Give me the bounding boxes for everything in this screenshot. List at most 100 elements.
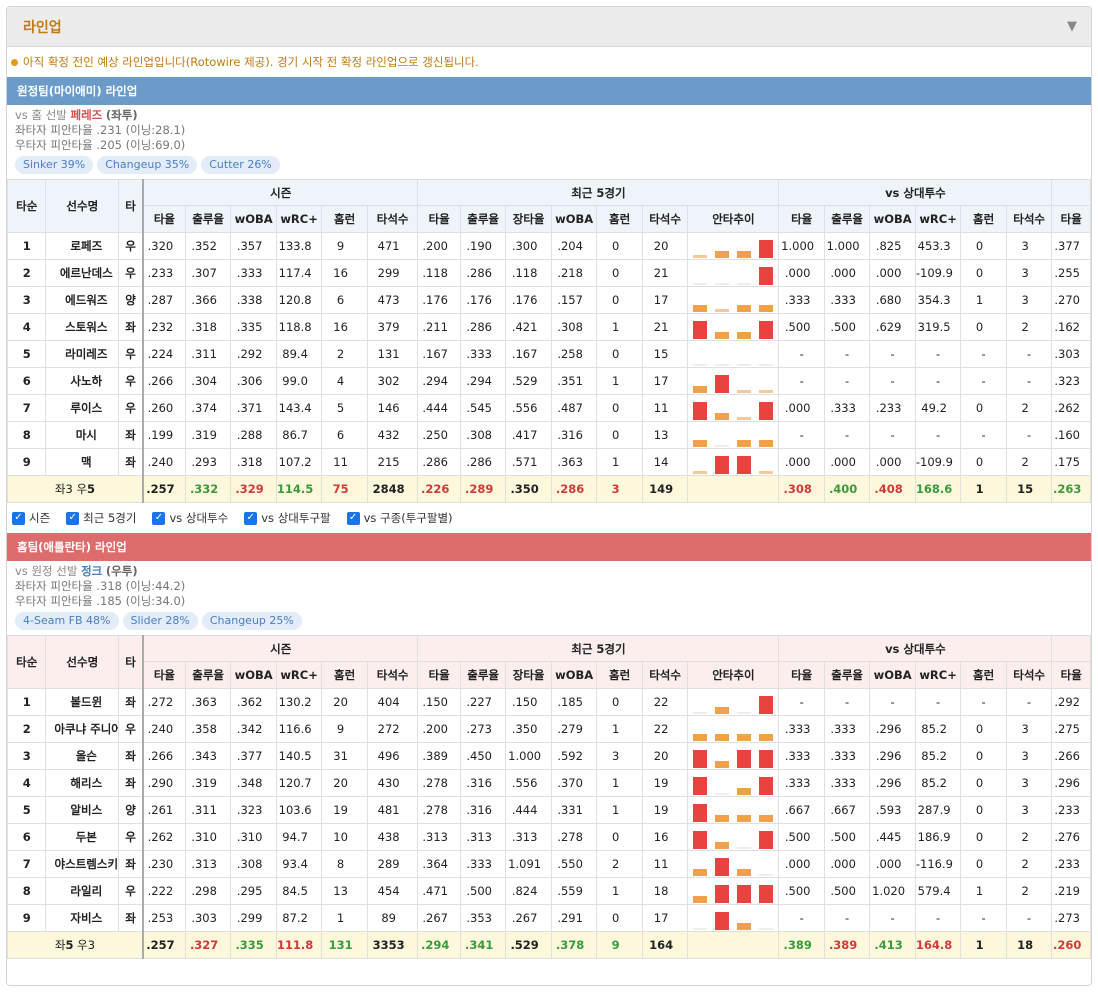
col-header[interactable]: 안타추이 [687, 661, 780, 689]
filter-checkbox[interactable]: ✓ vs 구종(투구팔별) [346, 510, 453, 526]
player-name[interactable]: 라일리 [45, 877, 120, 905]
col-header[interactable]: 타석수 [1005, 661, 1053, 689]
col-header[interactable]: 홈런 [321, 661, 368, 689]
player-row[interactable]: 9 맥 좌 .240.293.318 107.2 11 215.286.286.571.36… [7, 448, 1091, 476]
pitch-pill[interactable]: Slider 28% [122, 612, 198, 630]
col-header-order[interactable]: 타순 [7, 179, 47, 233]
player-name[interactable]: 올슨 [45, 742, 120, 770]
checkbox-checked-icon[interactable]: ✓ [152, 511, 166, 525]
pitch-pill[interactable]: Sinker 39% [15, 156, 94, 174]
player-row[interactable]: 4 해리스 좌 .290.319.348 120.7 20 430.278.316.556.… [7, 769, 1091, 797]
filter-checkbox[interactable]: ✓ 시즌 [12, 510, 50, 526]
filter-checkbox[interactable]: ✓ vs 상대투수 [152, 510, 228, 526]
pitch-pill[interactable]: Changeup 35% [97, 156, 198, 174]
player-row[interactable]: 3 에드워즈 양 .287.366.338 120.8 6 473.176.176.176.… [7, 286, 1091, 314]
player-row[interactable]: 6 사노하 우 .266.304.306 99.0 4 302.294.294.529.35… [7, 367, 1091, 395]
checkbox-checked-icon[interactable]: ✓ [66, 511, 80, 525]
filter-checkbox[interactable]: ✓ 최근 5경기 [66, 510, 136, 526]
col-header[interactable]: 타석수 [366, 205, 419, 233]
col-header[interactable]: 출루율 [459, 205, 507, 233]
pitcher-name[interactable]: 페레즈 [71, 108, 103, 122]
col-header[interactable]: 출루율 [184, 661, 232, 689]
col-header[interactable]: 타석수 [366, 661, 419, 689]
player-name[interactable]: 야스트렘스키 [45, 850, 120, 878]
player-row[interactable]: 7 야스트렘스키 좌 .230.313.308 93.4 8 289.364.333 1.09… [7, 850, 1091, 878]
col-header[interactable]: wOBA [550, 661, 598, 689]
col-header-order[interactable]: 타순 [7, 635, 47, 689]
col-header[interactable]: wRC+ [914, 661, 962, 689]
collapse-arrow-icon[interactable]: ▼ [1067, 19, 1077, 34]
player-row[interactable]: 9 자비스 좌 .253.303.299 87.2 1 89.267.353.267.291… [7, 904, 1091, 932]
col-header[interactable]: 홈런 [596, 205, 643, 233]
pitch-pill[interactable]: Cutter 26% [201, 156, 280, 174]
player-name[interactable]: 에드워즈 [45, 286, 120, 314]
col-header[interactable]: wRC+ [914, 205, 962, 233]
pitch-pill[interactable]: Changeup 25% [201, 612, 302, 630]
player-name[interactable]: 로페즈 [45, 232, 120, 260]
col-header-bats[interactable]: 타 [118, 179, 144, 233]
col-header[interactable]: 타석수 [641, 205, 689, 233]
col-header[interactable]: 타율 [778, 205, 825, 233]
panel-header[interactable]: 라인업 ▼ [7, 7, 1091, 47]
col-header[interactable]: 장타율 [505, 661, 552, 689]
player-row[interactable]: 1 로페즈 우 .320.352.357 133.8 9 471.200.190.300.2… [7, 232, 1091, 260]
col-header[interactable]: 타율 [141, 205, 186, 233]
player-name[interactable]: 해리스 [45, 769, 120, 797]
col-header[interactable]: 홈런 [321, 205, 368, 233]
col-header[interactable]: 출루율 [184, 205, 232, 233]
player-name[interactable]: 자비스 [45, 904, 120, 932]
checkbox-checked-icon[interactable]: ✓ [244, 511, 258, 525]
player-name[interactable]: 볼드윈 [45, 688, 120, 716]
col-header[interactable]: 홈런 [960, 661, 1007, 689]
col-header[interactable]: 안타추이 [687, 205, 780, 233]
col-header[interactable]: wOBA [230, 661, 277, 689]
col-header[interactable]: 타석수 [641, 661, 689, 689]
player-row[interactable]: 6 두본 우 .262.310.310 94.7 10 438.313.313.313.27… [7, 823, 1091, 851]
player-name[interactable]: 사노하 [45, 367, 120, 395]
checkbox-checked-icon[interactable]: ✓ [12, 511, 25, 525]
col-header[interactable]: 출루율 [823, 205, 871, 233]
col-header[interactable]: 홈런 [596, 661, 643, 689]
pitcher-name[interactable]: 정크 [81, 564, 102, 578]
player-name[interactable]: 아쿠냐 주니어 [45, 715, 120, 743]
player-row[interactable]: 5 라미레즈 우 .224.311.292 89.4 2 131.167.333.167.2… [7, 340, 1091, 368]
col-header-bats[interactable]: 타 [118, 635, 144, 689]
col-header[interactable]: 타율 [778, 661, 825, 689]
col-header-name[interactable]: 선수명 [45, 635, 120, 689]
col-header[interactable]: wRC+ [275, 661, 323, 689]
col-header[interactable]: 출루율 [459, 661, 507, 689]
col-header[interactable]: 타율 [417, 205, 461, 233]
player-name[interactable]: 루이스 [45, 394, 120, 422]
col-header[interactable]: 타율 [141, 661, 186, 689]
player-name[interactable]: 마시 [45, 421, 120, 449]
player-name[interactable]: 맥 [45, 448, 120, 476]
col-header[interactable]: 타율 [1051, 205, 1091, 233]
player-row[interactable]: 2 에르난데스 우 .233.307.333 117.4 16 299.118.286.11… [7, 259, 1091, 287]
player-name[interactable]: 에르난데스 [45, 259, 120, 287]
player-row[interactable]: 4 스토워스 좌 .232.318.335 118.8 16 379.211.286.421… [7, 313, 1091, 341]
player-row[interactable]: 3 올슨 좌 .266.343.377 140.5 31 496.389.450 1.000.… [7, 742, 1091, 770]
player-row[interactable]: 2 아쿠냐 주니어 우 .240.358.342 116.6 9 272.200.273.3… [7, 715, 1091, 743]
col-header[interactable]: wRC+ [275, 205, 323, 233]
col-header[interactable]: 타율 [1051, 661, 1091, 689]
pitch-pill[interactable]: 4-Seam FB 48% [15, 612, 119, 630]
player-row[interactable]: 8 마시 좌 .199.319.288 86.7 6 432.250.308.417.316… [7, 421, 1091, 449]
col-header[interactable]: wOBA [550, 205, 598, 233]
checkbox-checked-icon[interactable]: ✓ [346, 511, 360, 525]
player-name[interactable]: 스토워스 [45, 313, 120, 341]
col-header-name[interactable]: 선수명 [45, 179, 120, 233]
player-name[interactable]: 두본 [45, 823, 120, 851]
player-name[interactable]: 라미레즈 [45, 340, 120, 368]
col-header[interactable]: 출루율 [823, 661, 871, 689]
col-header[interactable]: 홈런 [960, 205, 1007, 233]
filter-checkbox[interactable]: ✓ vs 상대투구팔 [244, 510, 331, 526]
player-row[interactable]: 7 루이스 우 .260.374.371 143.4 5 146.444.545.556.4… [7, 394, 1091, 422]
col-header[interactable]: wOBA [230, 205, 277, 233]
player-row[interactable]: 5 알비스 양 .261.311.323 103.6 19 481.278.316.444.… [7, 796, 1091, 824]
player-row[interactable]: 8 라일리 우 .222.298.295 84.5 13 454.471.500.824.5… [7, 877, 1091, 905]
player-name[interactable]: 알비스 [45, 796, 120, 824]
col-header[interactable]: wOBA [869, 205, 916, 233]
col-header[interactable]: 장타율 [505, 205, 552, 233]
player-row[interactable]: 1 볼드윈 좌 .272.363.362 130.2 20 404.150.227.150.… [7, 688, 1091, 716]
col-header[interactable]: 타석수 [1005, 205, 1053, 233]
